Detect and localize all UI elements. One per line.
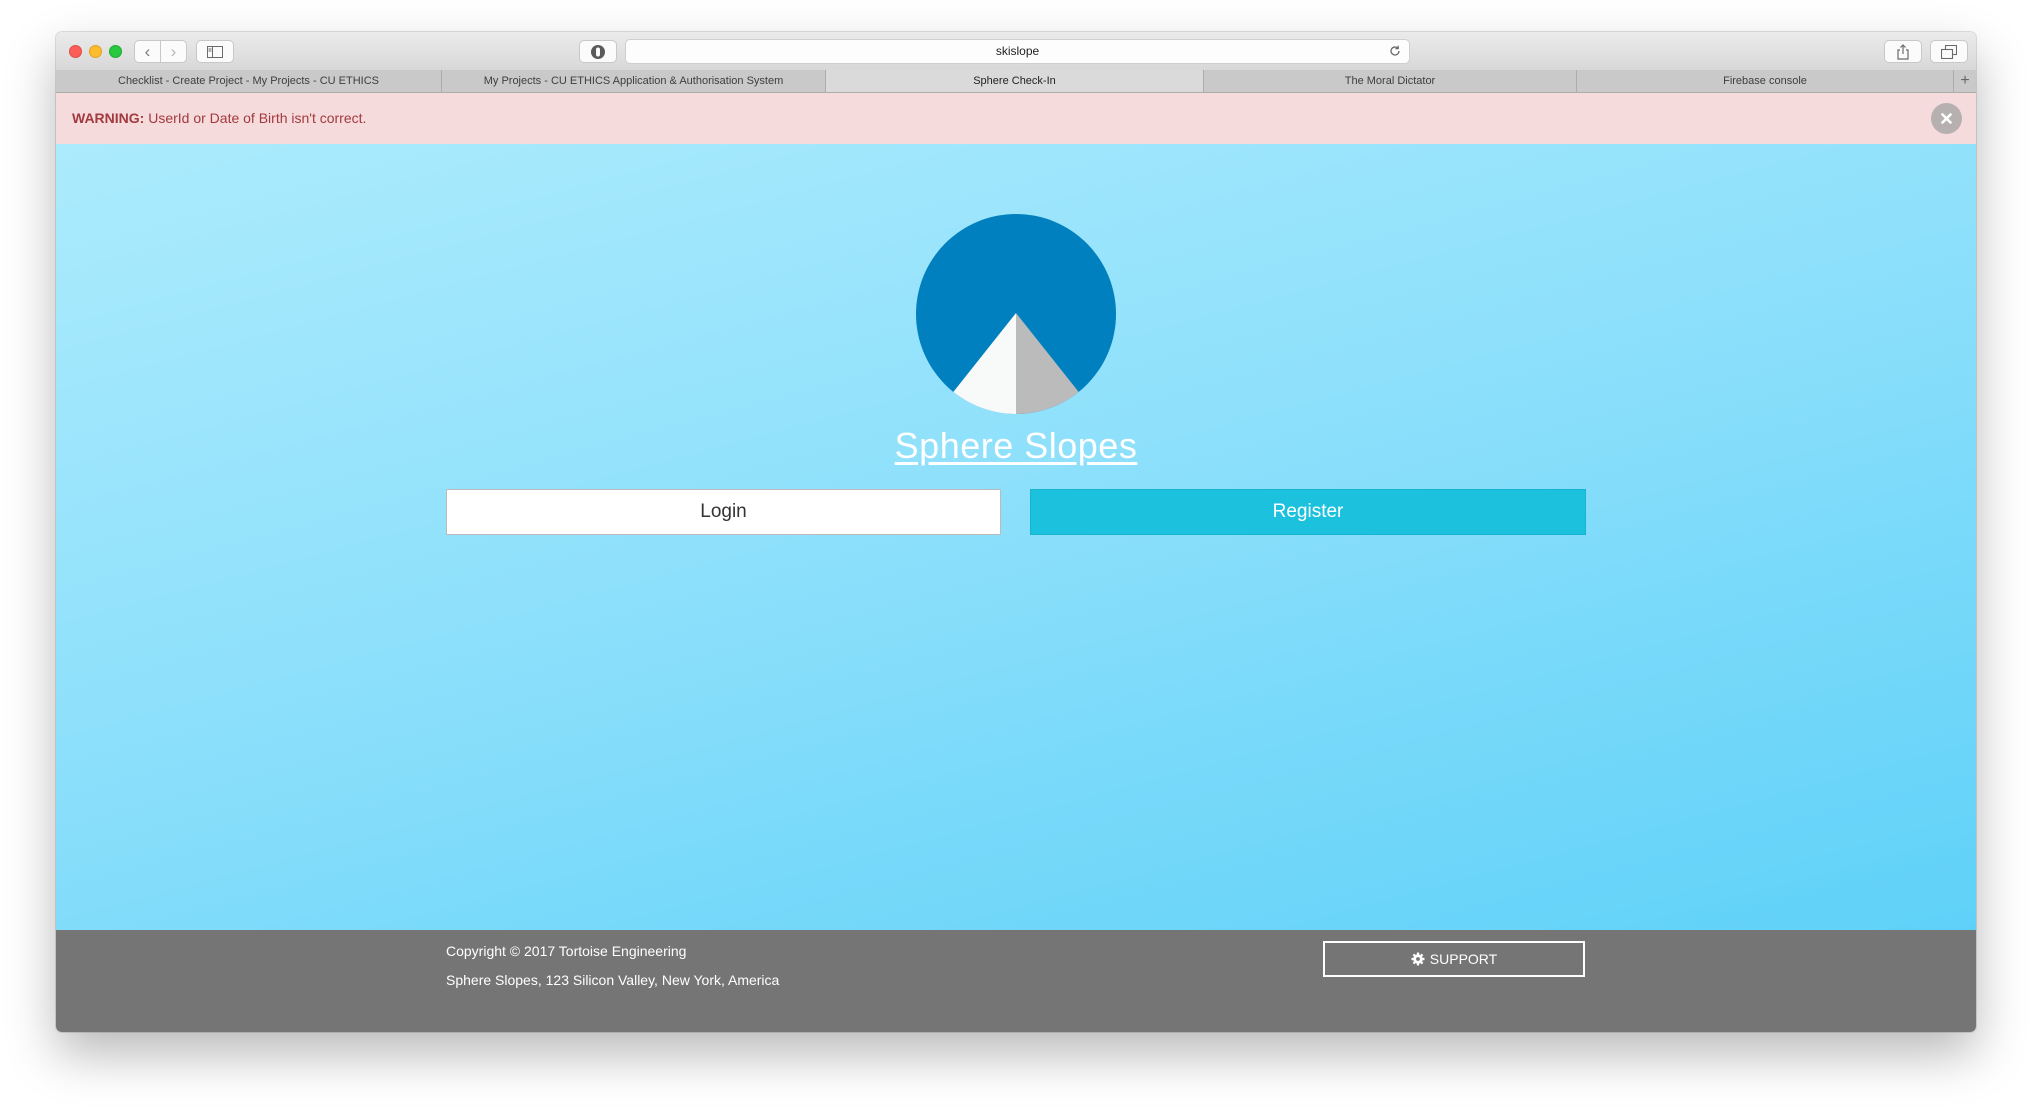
tabs-overview-icon: [1941, 44, 1957, 59]
address-text: skislope: [995, 44, 1040, 58]
tab-my-projects[interactable]: My Projects - CU ETHICS Application & Au…: [442, 70, 826, 92]
sidebar-toggle-button[interactable]: [196, 40, 234, 63]
tab-sphere-check-in[interactable]: Sphere Check-In: [826, 70, 1204, 92]
window-zoom-button[interactable]: [109, 45, 122, 58]
back-button[interactable]: ‹: [135, 41, 160, 62]
login-button[interactable]: Login: [446, 489, 1001, 535]
plus-icon: +: [1960, 72, 1970, 89]
warning-label: WARNING:: [72, 110, 145, 126]
forward-button[interactable]: ›: [160, 41, 186, 62]
support-button[interactable]: SUPPORT: [1323, 941, 1585, 977]
chevron-left-icon: ‹: [144, 42, 151, 61]
close-icon: [1941, 113, 1952, 124]
nav-button-group: ‹ ›: [134, 40, 187, 63]
copyright-text: Copyright © 2017 Tortoise Engineering: [446, 943, 687, 959]
share-icon: [1897, 43, 1909, 60]
window-close-button[interactable]: [69, 45, 82, 58]
company-address: Sphere Slopes, 123 Silicon Valley, New Y…: [446, 972, 780, 988]
warning-alert: WARNING: UserId or Date of Birth isn't c…: [56, 93, 1976, 145]
show-all-tabs-button[interactable]: [1930, 40, 1968, 63]
chevron-right-icon: ›: [170, 42, 177, 61]
share-button[interactable]: [1884, 40, 1922, 63]
main-content: Sphere Slopes Login Register: [56, 144, 1976, 930]
tab-checklist[interactable]: Checklist - Create Project - My Projects…: [56, 70, 442, 92]
sphere-mountain-logo-icon: [916, 214, 1116, 414]
register-button[interactable]: Register: [1030, 489, 1586, 535]
extension-icon: [591, 44, 605, 59]
tab-bar: Checklist - Create Project - My Projects…: [56, 70, 1976, 93]
extension-button[interactable]: [579, 40, 617, 63]
browser-toolbar: ‹ › skislope: [56, 32, 1976, 71]
warning-message: UserId or Date of Birth isn't correct.: [148, 110, 367, 126]
sidebar-icon: [207, 45, 223, 58]
warning-text: WARNING: UserId or Date of Birth isn't c…: [72, 110, 366, 126]
footer: Copyright © 2017 Tortoise Engineering Sp…: [56, 930, 1976, 1032]
gear-icon: [1411, 952, 1425, 966]
site-title-link[interactable]: Sphere Slopes: [56, 425, 1976, 467]
new-tab-button[interactable]: +: [1954, 70, 1976, 92]
tab-firebase-console[interactable]: Firebase console: [1577, 70, 1954, 92]
browser-window: ‹ › skislope Checklist - Create Project …: [56, 32, 1976, 1032]
address-bar[interactable]: skislope: [625, 39, 1410, 64]
reload-icon[interactable]: [1388, 44, 1402, 58]
window-minimize-button[interactable]: [89, 45, 102, 58]
dismiss-alert-button[interactable]: [1931, 103, 1962, 134]
support-label: SUPPORT: [1429, 951, 1498, 967]
tab-moral-dictator[interactable]: The Moral Dictator: [1204, 70, 1577, 92]
